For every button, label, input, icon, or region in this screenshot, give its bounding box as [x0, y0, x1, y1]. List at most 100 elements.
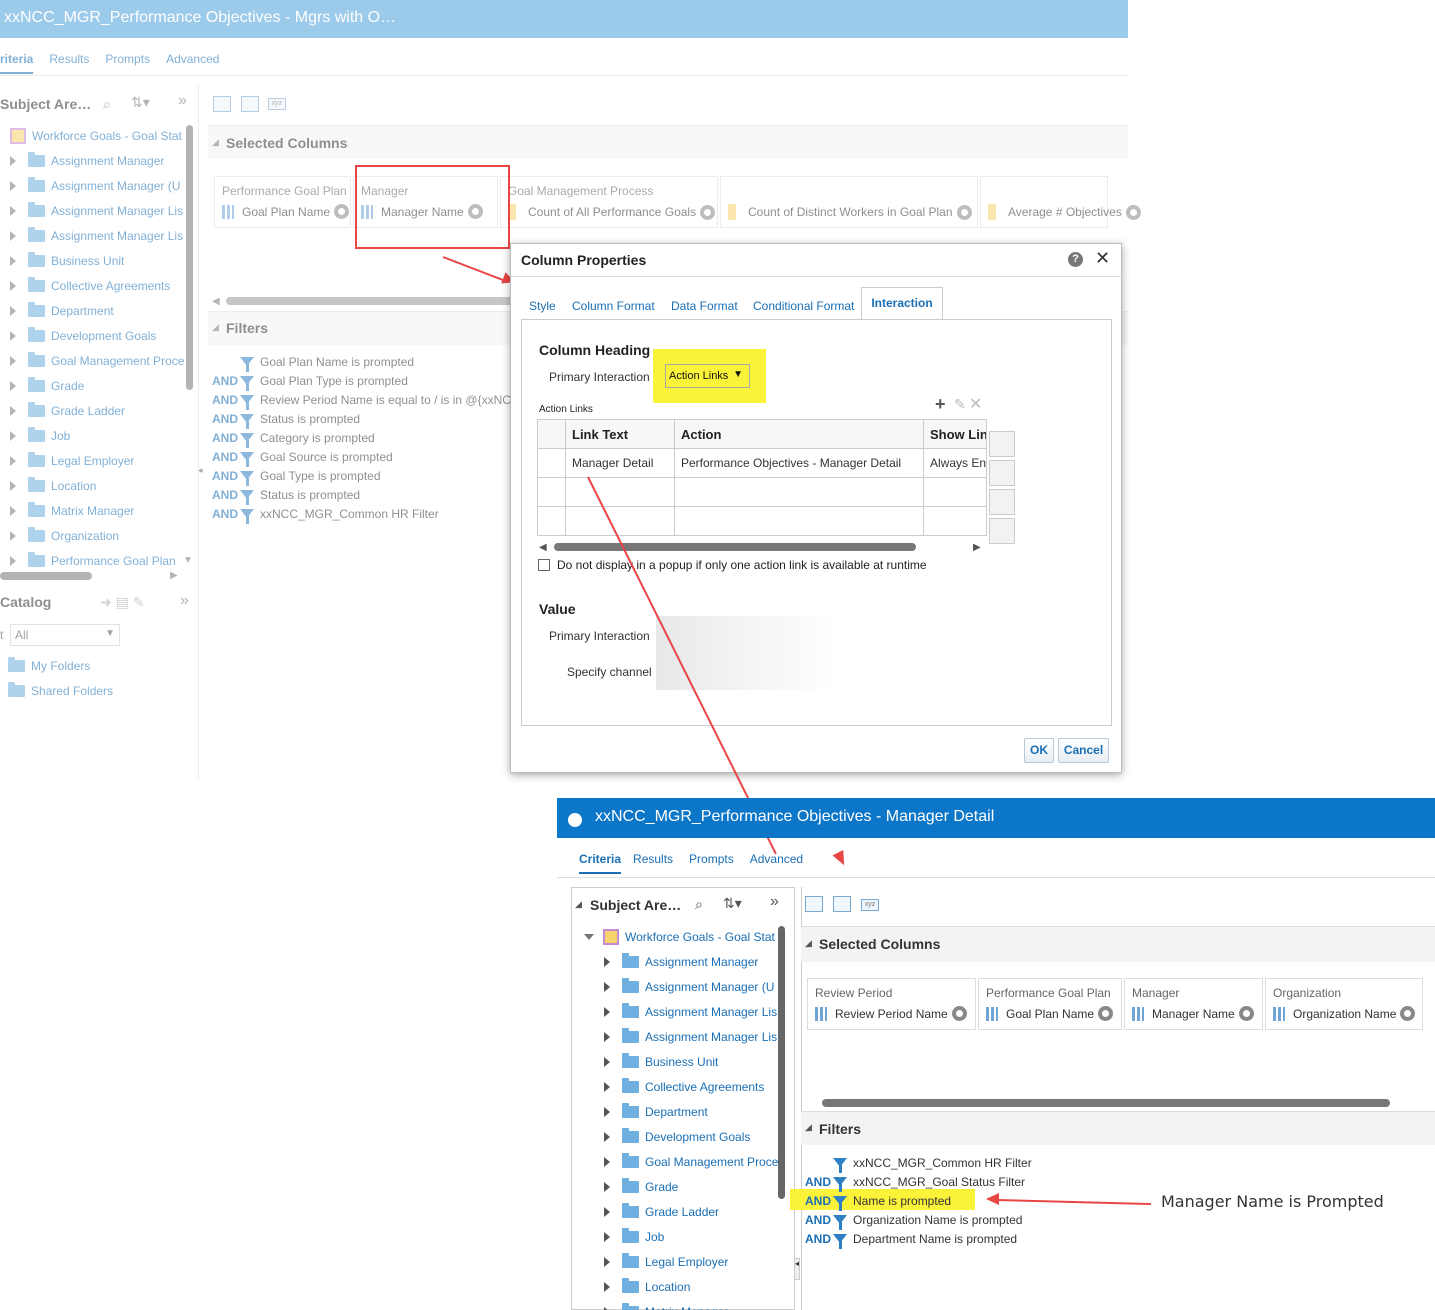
- splitter-handle-icon[interactable]: ◂: [794, 1258, 800, 1280]
- and-operator[interactable]: AND: [805, 1194, 833, 1208]
- collapse-pane-icon[interactable]: »: [770, 893, 779, 911]
- tree-item[interactable]: Assignment Manager: [604, 949, 758, 974]
- tree-item[interactable]: Collective Agreements: [10, 273, 170, 298]
- column-item[interactable]: Average # Objectives: [988, 204, 1141, 220]
- tree-item[interactable]: Department: [604, 1099, 708, 1124]
- columns-scrollbar[interactable]: [226, 297, 516, 305]
- tab-data-format[interactable]: Data Format: [671, 299, 738, 313]
- expand-triangle-icon[interactable]: [10, 255, 16, 266]
- popup-checkbox[interactable]: [538, 559, 550, 571]
- show-link-cell[interactable]: [923, 506, 987, 536]
- gear-icon[interactable]: [1125, 204, 1141, 220]
- table-row[interactable]: Manager Detail Performance Objectives - …: [537, 448, 987, 478]
- filter-toolbar-icon[interactable]: [213, 96, 231, 112]
- gear-icon[interactable]: [1400, 1006, 1416, 1021]
- close-icon[interactable]: ✕: [1095, 248, 1110, 269]
- vertical-scrollbar[interactable]: [186, 125, 193, 390]
- subject-area-root[interactable]: Workforce Goals - Goal Stat: [584, 924, 775, 949]
- catalog-toolbar-icons[interactable]: ➜ ▤ ✎: [100, 594, 144, 611]
- expand-triangle-icon[interactable]: [10, 405, 16, 416]
- expand-triangle-icon[interactable]: [10, 530, 16, 541]
- table-horizontal-scrollbar[interactable]: [554, 543, 916, 551]
- filter-item[interactable]: Goal Plan Name is prompted: [212, 352, 414, 372]
- column-item[interactable]: Goal Plan Name: [222, 204, 350, 219]
- action-cell[interactable]: Performance Objectives - Manager Detail: [674, 448, 924, 478]
- and-operator[interactable]: AND: [805, 1232, 833, 1246]
- expand-triangle-icon[interactable]: [10, 355, 16, 366]
- expand-triangle-icon[interactable]: [604, 1031, 610, 1042]
- collapse-catalog-icon[interactable]: »: [180, 592, 189, 610]
- and-operator[interactable]: AND: [212, 469, 240, 483]
- tab-prompts[interactable]: Prompts: [105, 52, 150, 74]
- filter-item[interactable]: AND Category is prompted: [212, 428, 375, 448]
- scroll-left-icon[interactable]: ◀: [539, 542, 547, 553]
- column-item[interactable]: Goal Plan Name: [986, 1006, 1114, 1021]
- vertical-scrollbar[interactable]: [778, 926, 785, 1199]
- tree-item[interactable]: Organization: [10, 523, 119, 548]
- expand-triangle-icon[interactable]: [10, 480, 16, 491]
- column-item[interactable]: Review Period Name: [815, 1006, 967, 1021]
- filter-item[interactable]: AND Name is prompted: [805, 1191, 951, 1211]
- collapse-triangle-icon[interactable]: ◢: [805, 1122, 812, 1133]
- table-row[interactable]: [537, 477, 987, 507]
- and-operator[interactable]: AND: [212, 431, 240, 445]
- tree-item[interactable]: Assignment Manager Lis: [604, 1024, 777, 1049]
- filter-item[interactable]: AND Goal Plan Type is prompted: [212, 371, 408, 391]
- column-item[interactable]: Organization Name: [1273, 1006, 1416, 1021]
- and-operator[interactable]: AND: [805, 1175, 833, 1189]
- tree-item[interactable]: Assignment Manager Lis: [10, 198, 183, 223]
- show-link-cell[interactable]: Always Ena: [923, 448, 987, 478]
- collapse-triangle-icon[interactable]: ◢: [805, 938, 812, 949]
- expand-triangle-icon[interactable]: [604, 1081, 610, 1092]
- tree-item[interactable]: Goal Management Proce: [604, 1149, 778, 1174]
- tab-results[interactable]: Results: [49, 52, 89, 74]
- and-operator[interactable]: AND: [805, 1213, 833, 1227]
- catalog-filter-select[interactable]: All ▼: [10, 624, 120, 646]
- expand-triangle-icon[interactable]: [10, 555, 16, 566]
- expand-triangle-icon[interactable]: [604, 1181, 610, 1192]
- tree-item[interactable]: Assignment Manager (U: [10, 173, 180, 198]
- row-selector[interactable]: [537, 477, 566, 507]
- subject-area-root[interactable]: Workforce Goals - Goal Stat: [10, 123, 182, 148]
- scroll-right-icon[interactable]: ▶: [973, 542, 981, 553]
- primary-interaction-select[interactable]: Action Links ▼: [665, 364, 750, 388]
- delete-action-link-icon[interactable]: ✕: [969, 394, 982, 414]
- row-selector[interactable]: [537, 506, 566, 536]
- filter-item[interactable]: AND Status is prompted: [212, 409, 360, 429]
- expand-triangle-icon[interactable]: [604, 1206, 610, 1217]
- and-operator[interactable]: AND: [212, 393, 240, 407]
- cancel-button[interactable]: Cancel: [1058, 738, 1109, 763]
- expand-triangle-icon[interactable]: [604, 981, 610, 992]
- gear-icon[interactable]: [951, 1006, 967, 1021]
- move-top-button[interactable]: [989, 431, 1015, 457]
- expand-triangle-icon[interactable]: [604, 1006, 610, 1017]
- tree-item[interactable]: Grade: [10, 373, 84, 398]
- tree-item[interactable]: Grade: [604, 1174, 678, 1199]
- expand-triangle-icon[interactable]: [10, 380, 16, 391]
- tree-item[interactable]: Matrix Manager: [10, 498, 134, 523]
- expand-triangle-icon[interactable]: [10, 430, 16, 441]
- splitter-handle-icon[interactable]: ◂: [198, 465, 203, 476]
- tab-criteria[interactable]: Criteria: [579, 852, 622, 874]
- show-link-cell[interactable]: [923, 477, 987, 507]
- tree-item[interactable]: Development Goals: [604, 1124, 750, 1149]
- edit-formula-icon[interactable]: [241, 96, 259, 112]
- horizontal-scrollbar[interactable]: [0, 572, 92, 580]
- gear-icon[interactable]: [700, 204, 716, 220]
- filter-item[interactable]: xxNCC_MGR_Common HR Filter: [805, 1153, 1032, 1173]
- move-down-button[interactable]: [989, 489, 1015, 515]
- move-bottom-button[interactable]: [989, 518, 1015, 544]
- tree-item[interactable]: Grade Ladder: [604, 1199, 719, 1224]
- tree-item[interactable]: Legal Employer: [604, 1249, 728, 1274]
- expand-triangle-icon[interactable]: [604, 1256, 610, 1267]
- scroll-right-icon[interactable]: ▶: [170, 570, 178, 581]
- expand-triangle-icon[interactable]: [604, 1156, 610, 1167]
- tree-item[interactable]: Assignment Manager Lis: [604, 999, 777, 1024]
- expand-triangle-icon[interactable]: [10, 455, 16, 466]
- tree-item[interactable]: Goal Management Proce: [10, 348, 184, 373]
- tab-criteria[interactable]: riteria: [0, 52, 34, 74]
- expand-triangle-icon[interactable]: [10, 180, 16, 191]
- expand-triangle-icon[interactable]: [10, 330, 16, 341]
- action-cell[interactable]: [674, 477, 924, 507]
- action-cell[interactable]: [674, 506, 924, 536]
